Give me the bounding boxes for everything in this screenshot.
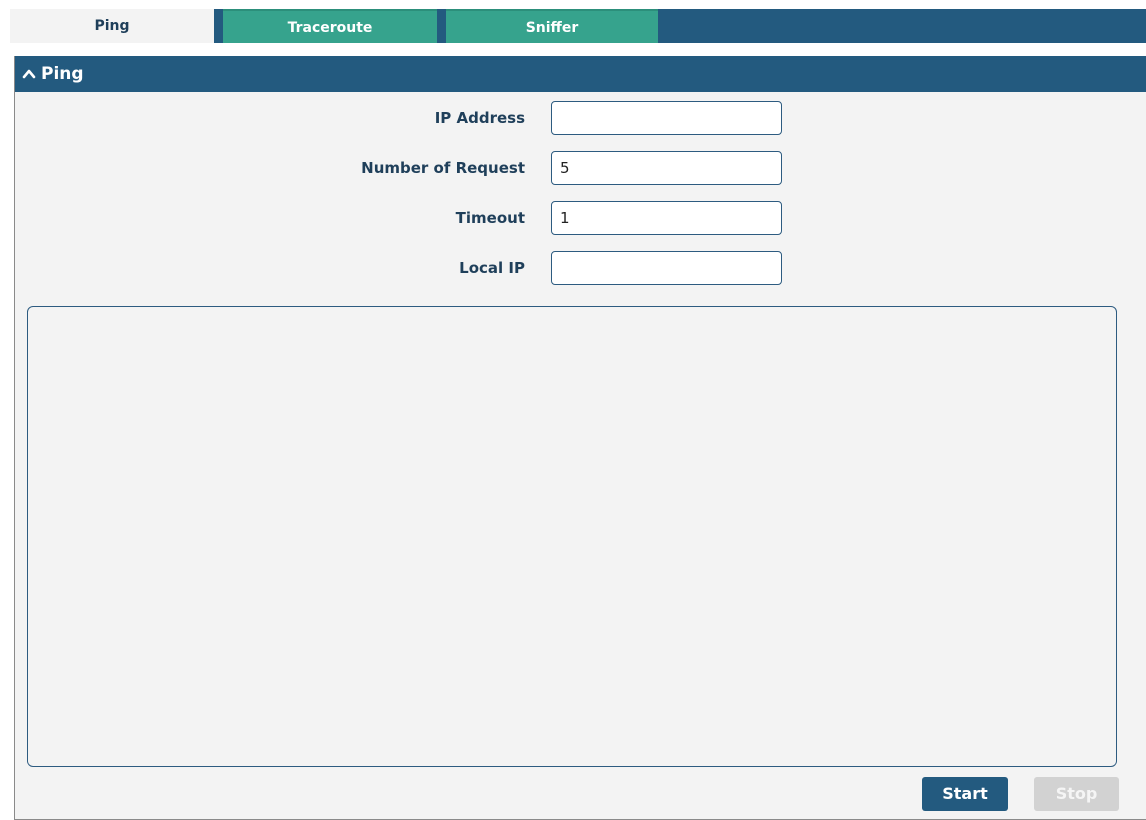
local-ip-row: Local IP bbox=[15, 250, 782, 286]
ip-address-row: IP Address bbox=[15, 100, 782, 136]
ip-address-field[interactable] bbox=[551, 101, 782, 135]
stop-button[interactable]: Stop bbox=[1034, 777, 1119, 811]
ping-output-area[interactable] bbox=[27, 306, 1117, 767]
ip-address-label: IP Address bbox=[434, 109, 525, 127]
number-of-request-label: Number of Request bbox=[361, 159, 525, 177]
timeout-label: Timeout bbox=[455, 209, 525, 227]
number-of-request-row: Number of Request bbox=[15, 150, 782, 186]
number-of-request-field[interactable] bbox=[551, 151, 782, 185]
chevron-up-icon bbox=[22, 69, 36, 79]
tab-traceroute[interactable]: Traceroute bbox=[223, 9, 437, 43]
timeout-field[interactable] bbox=[551, 201, 782, 235]
panel-title: Ping bbox=[41, 64, 84, 84]
tab-bar: Ping Traceroute Sniffer bbox=[10, 9, 1146, 43]
tab-ping[interactable]: Ping bbox=[10, 9, 214, 43]
panel-header[interactable]: Ping bbox=[15, 56, 1146, 92]
local-ip-field[interactable] bbox=[551, 251, 782, 285]
ping-panel: Ping IP Address Number of Request Timeou… bbox=[14, 56, 1146, 820]
local-ip-label: Local IP bbox=[459, 259, 525, 277]
start-button[interactable]: Start bbox=[922, 777, 1008, 811]
timeout-row: Timeout bbox=[15, 200, 782, 236]
tab-sniffer[interactable]: Sniffer bbox=[446, 9, 658, 43]
